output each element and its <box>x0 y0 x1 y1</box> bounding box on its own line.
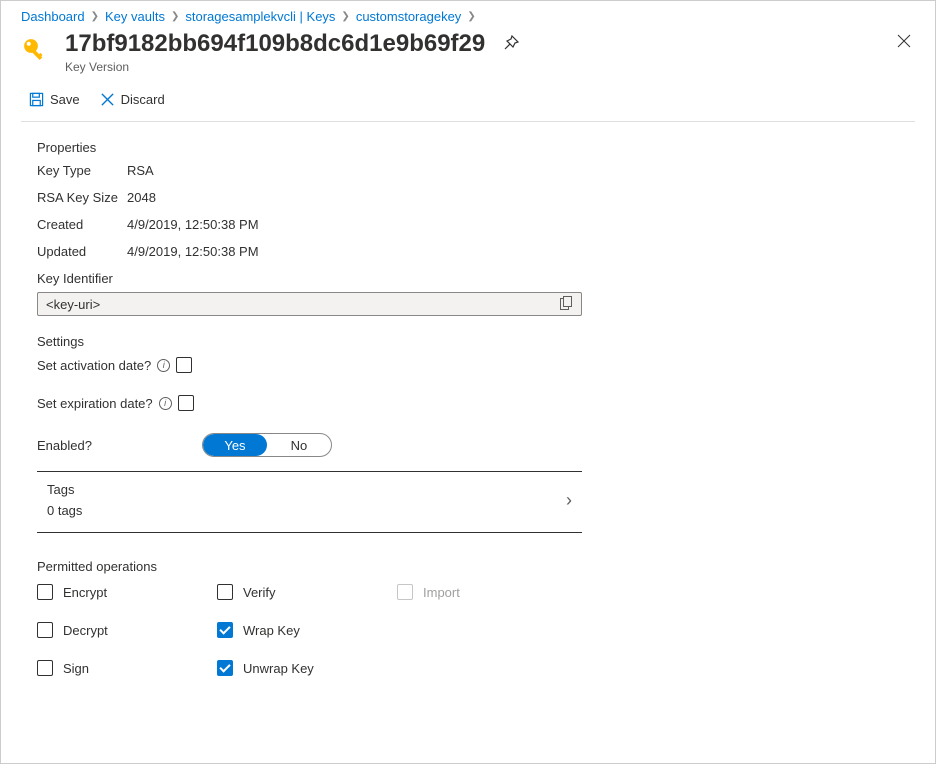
key-type-label: Key Type <box>37 163 127 178</box>
breadcrumb: Dashboard ❯ Key vaults ❯ storagesamplekv… <box>1 1 935 28</box>
chevron-right-icon: ❯ <box>341 11 349 22</box>
copy-button[interactable] <box>558 294 575 315</box>
chevron-right-icon: ❯ <box>91 11 99 22</box>
tags-row[interactable]: Tags 0 tags › <box>37 476 582 528</box>
close-button[interactable] <box>893 30 915 57</box>
tags-label: Tags <box>47 482 82 497</box>
sign-checkbox[interactable] <box>37 660 53 676</box>
encrypt-label: Encrypt <box>63 585 107 600</box>
updated-label: Updated <box>37 244 127 259</box>
info-icon[interactable]: i <box>159 397 172 410</box>
toggle-yes[interactable]: Yes <box>203 434 267 456</box>
permitted-heading: Permitted operations <box>37 559 899 574</box>
unwrap-checkbox[interactable] <box>217 660 233 676</box>
copy-icon <box>560 296 573 310</box>
import-label: Import <box>423 585 460 600</box>
key-identifier-input[interactable] <box>44 296 558 313</box>
save-label: Save <box>50 92 80 107</box>
page-header: 17bf9182bb694f109b8dc6d1e9b69f29 Key Ver… <box>1 28 935 80</box>
key-identifier-field <box>37 292 582 316</box>
discard-label: Discard <box>121 92 165 107</box>
created-value: 4/9/2019, 12:50:38 PM <box>127 217 259 232</box>
breadcrumb-keys[interactable]: storagesamplekvcli | Keys <box>185 9 335 24</box>
discard-button[interactable]: Discard <box>92 88 173 111</box>
save-button[interactable]: Save <box>21 88 88 111</box>
content: Properties Key Type RSA RSA Key Size 204… <box>1 122 935 694</box>
chevron-right-icon: ❯ <box>171 11 179 22</box>
properties-heading: Properties <box>37 140 899 155</box>
divider <box>37 471 582 472</box>
wrap-checkbox[interactable] <box>217 622 233 638</box>
enabled-toggle[interactable]: Yes No <box>202 433 332 457</box>
enabled-label: Enabled? <box>37 438 92 453</box>
wrap-label: Wrap Key <box>243 623 300 638</box>
activation-label: Set activation date? <box>37 358 151 373</box>
breadcrumb-customstoragekey[interactable]: customstoragekey <box>356 9 462 24</box>
decrypt-label: Decrypt <box>63 623 108 638</box>
close-icon <box>897 34 911 48</box>
info-icon[interactable]: i <box>157 359 170 372</box>
created-label: Created <box>37 217 127 232</box>
updated-value: 4/9/2019, 12:50:38 PM <box>127 244 259 259</box>
toggle-no[interactable]: No <box>267 434 331 456</box>
breadcrumb-keyvaults[interactable]: Key vaults <box>105 9 165 24</box>
sign-label: Sign <box>63 661 89 676</box>
page-subtitle: Key Version <box>65 60 879 74</box>
settings-heading: Settings <box>37 334 899 349</box>
toolbar: Save Discard <box>21 80 915 122</box>
pin-button[interactable] <box>499 31 523 58</box>
expiration-label: Set expiration date? <box>37 396 153 411</box>
unwrap-label: Unwrap Key <box>243 661 314 676</box>
key-icon <box>21 36 51 66</box>
breadcrumb-dashboard[interactable]: Dashboard <box>21 9 85 24</box>
key-size-value: 2048 <box>127 190 156 205</box>
activation-checkbox[interactable] <box>176 357 192 373</box>
page-title: 17bf9182bb694f109b8dc6d1e9b69f29 <box>65 30 485 58</box>
verify-checkbox[interactable] <box>217 584 233 600</box>
key-identifier-label: Key Identifier <box>37 271 899 286</box>
verify-label: Verify <box>243 585 276 600</box>
import-checkbox <box>397 584 413 600</box>
key-size-label: RSA Key Size <box>37 190 127 205</box>
decrypt-checkbox[interactable] <box>37 622 53 638</box>
save-icon <box>29 92 44 107</box>
encrypt-checkbox[interactable] <box>37 584 53 600</box>
divider <box>37 532 582 533</box>
expiration-checkbox[interactable] <box>178 395 194 411</box>
discard-icon <box>100 92 115 107</box>
tags-count: 0 tags <box>47 503 82 518</box>
permitted-operations: Encrypt Verify Import Decrypt Wrap Key S… <box>37 584 899 676</box>
chevron-right-icon: › <box>566 490 572 511</box>
key-type-value: RSA <box>127 163 154 178</box>
pin-icon <box>503 35 519 51</box>
chevron-right-icon: ❯ <box>467 11 475 22</box>
